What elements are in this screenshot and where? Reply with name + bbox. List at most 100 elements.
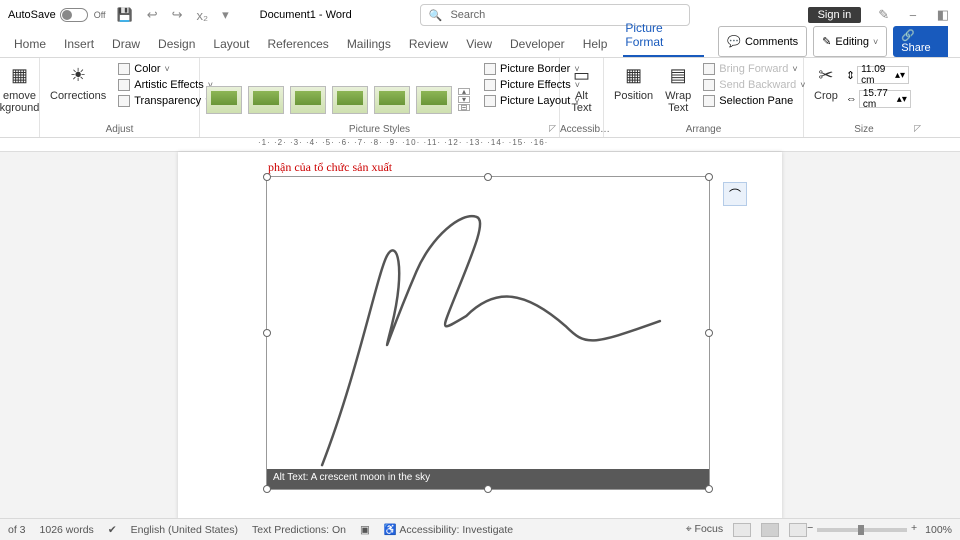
alt-text-button[interactable]: ▭Alt Text — [566, 62, 597, 116]
alt-text-icon: ▭ — [573, 64, 590, 88]
resize-handle[interactable] — [263, 173, 271, 181]
focus-button[interactable]: ⌖ Focus — [686, 523, 723, 536]
style-thumb[interactable] — [290, 86, 326, 114]
restore-icon[interactable]: ◧ — [934, 7, 952, 23]
signature-image — [267, 177, 709, 489]
resize-handle[interactable] — [705, 173, 713, 181]
corrections-label: Corrections — [50, 90, 106, 102]
slider-thumb[interactable] — [858, 525, 864, 535]
group-adjust: ☀Corrections Color Artistic Effects Tran… — [40, 58, 200, 137]
resize-handle[interactable] — [484, 485, 492, 493]
resize-handle[interactable] — [705, 329, 713, 337]
ribbon: ▦emove kground ☀Corrections Color Artist… — [0, 58, 960, 138]
tab-review[interactable]: Review — [407, 33, 450, 57]
undo-icon[interactable]: ↩ — [144, 7, 161, 23]
language-indicator[interactable]: English (United States) — [131, 524, 238, 536]
print-layout-button[interactable] — [761, 523, 779, 537]
tab-help[interactable]: Help — [581, 33, 610, 57]
height-icon: ⇕ — [846, 69, 855, 82]
accessibility-label: Accessibility: Investigate — [399, 524, 513, 536]
spinner-icon[interactable]: ▴▾ — [897, 94, 907, 105]
page-indicator[interactable]: of 3 — [8, 524, 26, 536]
tab-draw[interactable]: Draw — [110, 33, 142, 57]
resize-handle[interactable] — [263, 329, 271, 337]
width-input[interactable]: 15.77 cm▴▾ — [859, 90, 911, 108]
style-thumb[interactable] — [206, 86, 242, 114]
tab-developer[interactable]: Developer — [508, 33, 567, 57]
tab-insert[interactable]: Insert — [62, 33, 96, 57]
effects-icon — [484, 79, 496, 91]
corrections-icon: ☀ — [70, 64, 86, 88]
word-count[interactable]: 1026 words — [40, 524, 94, 536]
tab-picture-format[interactable]: Picture Format — [623, 17, 704, 57]
zoom-slider[interactable] — [817, 528, 907, 532]
tab-references[interactable]: References — [265, 33, 330, 57]
redo-icon[interactable]: ↪ — [169, 7, 186, 23]
tab-layout[interactable]: Layout — [211, 33, 251, 57]
editing-button[interactable]: ✎ Editing — [813, 26, 887, 57]
selection-icon — [703, 95, 715, 107]
page[interactable]: phận của tổ chức sản xuất Alt Text: A cr… — [178, 152, 782, 520]
send-backward-button[interactable]: Send Backward — [699, 78, 809, 92]
alt-text-label: Alt Text — [571, 90, 591, 114]
width-value: 15.77 cm — [863, 88, 897, 110]
document-area[interactable]: phận của tổ chức sản xuất Alt Text: A cr… — [0, 152, 960, 520]
editing-label: Editing — [835, 36, 869, 48]
text-predictions[interactable]: Text Predictions: On — [252, 524, 346, 536]
styles-group-label: Picture Styles — [200, 124, 559, 135]
crop-icon: ✂ — [818, 64, 833, 88]
group-arrange: ▦Position ▤Wrap Text Bring Forward Send … — [604, 58, 804, 137]
border-icon — [484, 63, 496, 75]
spellcheck-icon[interactable]: ✔ — [108, 524, 117, 536]
pen-icon[interactable]: ✎ — [875, 7, 892, 23]
style-thumb[interactable] — [374, 86, 410, 114]
resize-handle[interactable] — [705, 485, 713, 493]
autosave-state: Off — [94, 10, 106, 20]
width-icon: ⇔ — [846, 93, 857, 105]
resize-handle[interactable] — [263, 485, 271, 493]
artistic-icon — [118, 79, 130, 91]
selected-picture[interactable]: Alt Text: A crescent moon in the sky — [266, 176, 710, 490]
comments-label: Comments — [745, 36, 798, 48]
backward-icon — [703, 79, 715, 91]
styles-launcher-icon[interactable]: ◸ — [549, 123, 556, 134]
bring-forward-button[interactable]: Bring Forward — [699, 62, 809, 76]
search-placeholder: Search — [450, 9, 485, 21]
tab-view[interactable]: View — [464, 33, 494, 57]
comments-button[interactable]: 💬 Comments — [718, 26, 807, 57]
toggle-switch-icon[interactable] — [60, 8, 88, 22]
layout-icon — [484, 95, 496, 107]
qat-more-icon[interactable]: ▾ — [219, 7, 232, 23]
signin-button[interactable]: Sign in — [808, 7, 862, 23]
group-size: ✂Crop ⇕11.09 cm▴▾ ⇔15.77 cm▴▾ Size ◸ — [804, 58, 924, 137]
height-input[interactable]: 11.09 cm▴▾ — [857, 66, 909, 84]
save-icon[interactable]: 💾 — [114, 7, 136, 23]
gallery-more[interactable]: ▴▾⊟ — [458, 88, 470, 111]
autosave-label: AutoSave — [8, 9, 56, 21]
accessibility-status[interactable]: ♿ Accessibility: Investigate — [384, 523, 513, 536]
size-launcher-icon[interactable]: ◸ — [914, 123, 921, 134]
remove-background-button[interactable]: ▦emove kground — [6, 62, 33, 116]
minimize-icon[interactable]: − — [906, 8, 920, 23]
resize-handle[interactable] — [484, 173, 492, 181]
layout-options-button[interactable]: ⌒ — [723, 182, 747, 206]
subscript-icon[interactable]: x₂ — [194, 8, 212, 23]
tab-mailings[interactable]: Mailings — [345, 33, 393, 57]
selection-pane-button[interactable]: Selection Pane — [699, 94, 809, 108]
artistic-label: Artistic Effects — [134, 79, 203, 91]
zoom-level[interactable]: 100% — [925, 524, 952, 536]
read-mode-button[interactable] — [733, 523, 751, 537]
style-thumb[interactable] — [332, 86, 368, 114]
tab-home[interactable]: Home — [12, 33, 48, 57]
web-layout-button[interactable] — [789, 523, 807, 537]
style-thumb[interactable] — [248, 86, 284, 114]
share-button[interactable]: 🔗 Share — [893, 26, 948, 57]
autosave-toggle[interactable]: AutoSave Off — [8, 8, 106, 22]
ribbon-tabs: Home Insert Draw Design Layout Reference… — [0, 30, 960, 58]
macro-icon[interactable]: ▣ — [360, 524, 370, 536]
group-picture-styles: ▴▾⊟ Picture Border Picture Effects Pictu… — [200, 58, 560, 137]
spinner-icon[interactable]: ▴▾ — [895, 70, 905, 81]
horizontal-ruler[interactable]: ·1· ·2· ·3· ·4· ·5· ·6· ·7· ·8· ·9· ·10·… — [0, 138, 960, 152]
tab-design[interactable]: Design — [156, 33, 197, 57]
style-thumb[interactable] — [416, 86, 452, 114]
